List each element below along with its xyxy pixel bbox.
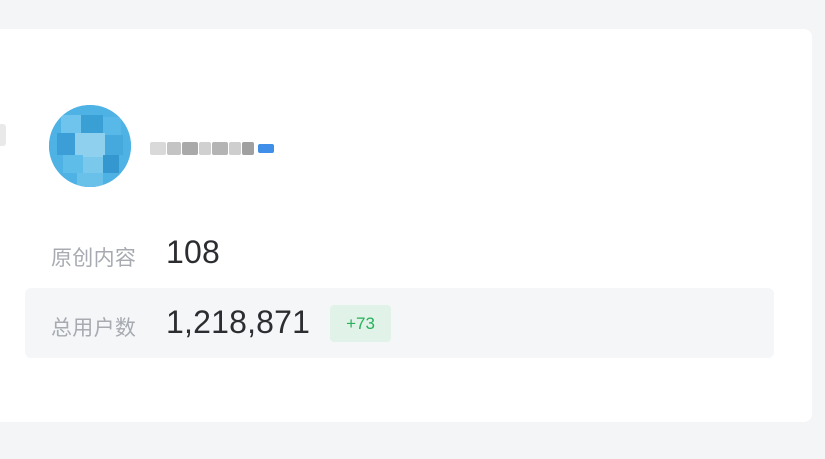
delta-badge: +73 [330,305,391,342]
stat-value-original-content: 108 [166,234,220,270]
verified-badge-icon [258,144,274,153]
stat-value-total-users: 1,218,871 [166,304,311,340]
avatar[interactable] [49,105,131,187]
stat-label-total-users: 总用户数 [51,317,137,340]
stat-row-original-content: 原创内容 108 [25,218,774,288]
stat-label-original-content: 原创内容 [51,247,137,270]
chevron-left-icon[interactable] [0,124,6,146]
stat-row-total-users: 总用户数 1,218,871 +73 [25,288,774,358]
username[interactable] [150,136,278,161]
